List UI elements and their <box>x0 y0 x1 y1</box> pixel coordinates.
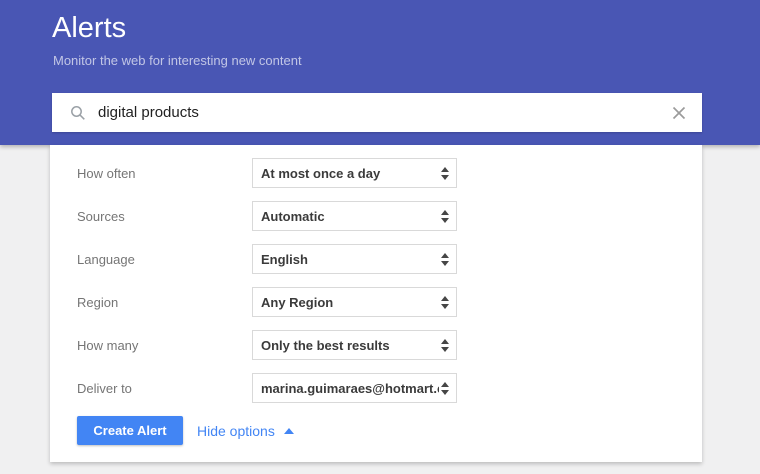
up-down-arrows-icon <box>441 339 449 352</box>
page-subtitle: Monitor the web for interesting new cont… <box>53 53 302 68</box>
search-input[interactable] <box>96 92 671 133</box>
field-label: Language <box>77 252 252 267</box>
select-value: Only the best results <box>253 338 439 353</box>
up-down-arrows-icon <box>441 382 449 395</box>
form-row-region: Region Any Region <box>50 287 702 317</box>
select-sources[interactable]: Automatic <box>252 201 457 231</box>
select-how-many[interactable]: Only the best results <box>252 330 457 360</box>
options-card: How often At most once a day Sources Aut… <box>50 145 702 462</box>
select-value: At most once a day <box>253 166 439 181</box>
hide-options-link[interactable]: Hide options <box>197 423 294 439</box>
up-down-arrows-icon <box>441 167 449 180</box>
up-down-arrows-icon <box>441 296 449 309</box>
search-bar <box>52 93 702 132</box>
select-how-often[interactable]: At most once a day <box>252 158 457 188</box>
create-alert-button[interactable]: Create Alert <box>77 416 183 445</box>
up-down-arrows-icon <box>441 210 449 223</box>
form-rows: How often At most once a day Sources Aut… <box>50 145 702 403</box>
form-row-deliver-to: Deliver to marina.guimaraes@hotmart.com <box>50 373 702 403</box>
field-label: Deliver to <box>77 381 252 396</box>
field-label: Region <box>77 295 252 310</box>
select-value: Any Region <box>253 295 439 310</box>
select-region[interactable]: Any Region <box>252 287 457 317</box>
form-row-how-many: How many Only the best results <box>50 330 702 360</box>
select-deliver-to[interactable]: marina.guimaraes@hotmart.com <box>252 373 457 403</box>
select-value: English <box>253 252 439 267</box>
page-title: Alerts <box>52 10 126 46</box>
search-icon <box>70 105 86 121</box>
form-row-language: Language English <box>50 244 702 274</box>
triangle-up-icon <box>284 428 294 434</box>
select-value: marina.guimaraes@hotmart.com <box>253 381 439 396</box>
field-label: Sources <box>77 209 252 224</box>
up-down-arrows-icon <box>441 253 449 266</box>
close-icon[interactable] <box>671 105 687 121</box>
form-row-how-often: How often At most once a day <box>50 158 702 188</box>
form-row-sources: Sources Automatic <box>50 201 702 231</box>
select-value: Automatic <box>253 209 439 224</box>
actions-row: Create Alert Hide options <box>50 416 702 445</box>
field-label: How many <box>77 338 252 353</box>
hide-options-label: Hide options <box>197 423 275 439</box>
select-language[interactable]: English <box>252 244 457 274</box>
field-label: How often <box>77 166 252 181</box>
